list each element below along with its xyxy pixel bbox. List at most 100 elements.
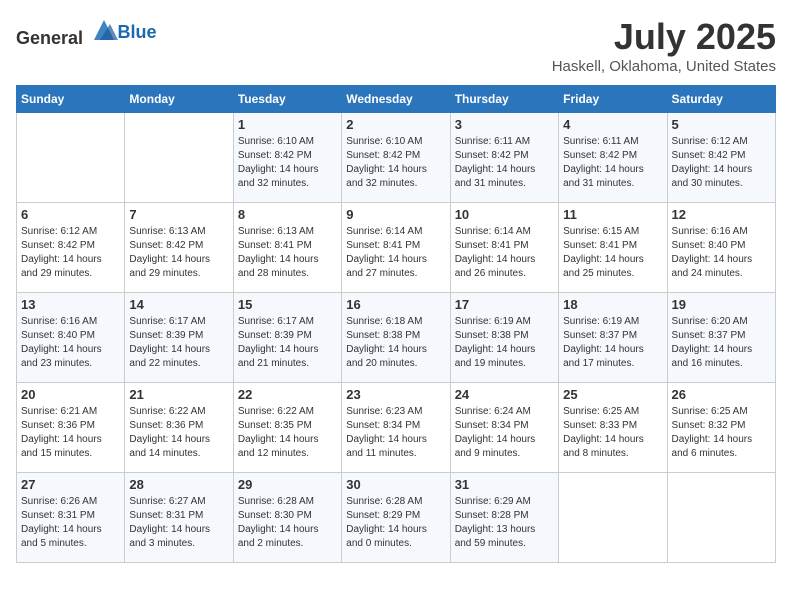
day-info: Sunrise: 6:21 AM Sunset: 8:36 PM Dayligh… (21, 405, 120, 461)
logo-icon (90, 16, 118, 44)
calendar-cell: 25 Sunrise: 6:25 AM Sunset: 8:33 PM Dayli… (559, 383, 667, 473)
calendar-cell: 22 Sunrise: 6:22 AM Sunset: 8:35 PM Dayli… (233, 383, 341, 473)
title-area: July 2025 Haskell, Oklahoma, United Stat… (552, 16, 776, 75)
day-info: Sunrise: 6:25 AM Sunset: 8:32 PM Dayligh… (672, 405, 771, 461)
calendar-week-row: 6Sunrise: 6:12 AM Sunset: 8:42 PM Daylig… (17, 203, 776, 293)
day-info: Sunrise: 6:16 AM Sunset: 8:40 PM Dayligh… (672, 225, 771, 281)
day-info: Sunrise: 6:23 AM Sunset: 8:34 PM Dayligh… (346, 405, 445, 461)
weekday-header-wednesday: Wednesday (342, 86, 450, 113)
day-number: 19 (672, 297, 771, 312)
calendar-cell: 1 Sunrise: 6:10 AM Sunset: 8:42 PM Daylig… (233, 113, 341, 203)
day-info: Sunrise: 6:14 AM Sunset: 8:41 PM Dayligh… (455, 225, 554, 281)
calendar-week-row: 27 Sunrise: 6:26 AM Sunset: 8:31 PM Dayli… (17, 473, 776, 563)
calendar-cell: 2Sunrise: 6:10 AM Sunset: 8:42 PM Daylig… (342, 113, 450, 203)
day-info: Sunrise: 6:10 AM Sunset: 8:42 PM Dayligh… (238, 135, 337, 191)
calendar-cell: 9Sunrise: 6:14 AM Sunset: 8:41 PM Daylig… (342, 203, 450, 293)
weekday-header-saturday: Saturday (667, 86, 775, 113)
weekday-header-monday: Monday (125, 86, 233, 113)
weekday-header-sunday: Sunday (17, 86, 125, 113)
calendar-cell: 30 Sunrise: 6:28 AM Sunset: 8:29 PM Dayli… (342, 473, 450, 563)
day-info: Sunrise: 6:17 AM Sunset: 8:39 PM Dayligh… (238, 315, 337, 371)
day-info: Sunrise: 6:24 AM Sunset: 8:34 PM Dayligh… (455, 405, 554, 461)
calendar-cell: 23 Sunrise: 6:23 AM Sunset: 8:34 PM Dayli… (342, 383, 450, 473)
day-info: Sunrise: 6:28 AM Sunset: 8:30 PM Dayligh… (238, 495, 337, 551)
calendar-cell (125, 113, 233, 203)
day-info: Sunrise: 6:13 AM Sunset: 8:41 PM Dayligh… (238, 225, 337, 281)
day-number: 25 (563, 387, 662, 402)
day-number: 10 (455, 207, 554, 222)
calendar-cell: 15 Sunrise: 6:17 AM Sunset: 8:39 PM Dayli… (233, 293, 341, 383)
calendar-cell: 17Sunrise: 6:19 AM Sunset: 8:38 PM Dayli… (450, 293, 558, 383)
header: General Blue July 2025 Haskell, Oklahoma… (16, 16, 776, 75)
calendar-cell (667, 473, 775, 563)
day-info: Sunrise: 6:22 AM Sunset: 8:35 PM Dayligh… (238, 405, 337, 461)
day-number: 16 (346, 297, 445, 312)
calendar-cell: 18 Sunrise: 6:19 AM Sunset: 8:37 PM Dayli… (559, 293, 667, 383)
day-number: 17 (455, 297, 554, 312)
day-info: Sunrise: 6:29 AM Sunset: 8:28 PM Dayligh… (455, 495, 554, 551)
calendar-cell: 26 Sunrise: 6:25 AM Sunset: 8:32 PM Dayli… (667, 383, 775, 473)
day-info: Sunrise: 6:17 AM Sunset: 8:39 PM Dayligh… (129, 315, 228, 371)
day-number: 13 (21, 297, 120, 312)
day-number: 30 (346, 477, 445, 492)
calendar-cell: 20 Sunrise: 6:21 AM Sunset: 8:36 PM Dayli… (17, 383, 125, 473)
calendar-cell: 6Sunrise: 6:12 AM Sunset: 8:42 PM Daylig… (17, 203, 125, 293)
day-number: 22 (238, 387, 337, 402)
calendar-cell: 19 Sunrise: 6:20 AM Sunset: 8:37 PM Dayli… (667, 293, 775, 383)
weekday-header-thursday: Thursday (450, 86, 558, 113)
day-number: 29 (238, 477, 337, 492)
logo-text-general: General (16, 28, 83, 48)
calendar-cell: 21 Sunrise: 6:22 AM Sunset: 8:36 PM Dayli… (125, 383, 233, 473)
day-info: Sunrise: 6:25 AM Sunset: 8:33 PM Dayligh… (563, 405, 662, 461)
logo-text-blue: Blue (118, 22, 157, 42)
day-info: Sunrise: 6:12 AM Sunset: 8:42 PM Dayligh… (672, 135, 771, 191)
calendar-cell: 7 Sunrise: 6:13 AM Sunset: 8:42 PM Daylig… (125, 203, 233, 293)
day-info: Sunrise: 6:16 AM Sunset: 8:40 PM Dayligh… (21, 315, 120, 371)
calendar-cell: 3Sunrise: 6:11 AM Sunset: 8:42 PM Daylig… (450, 113, 558, 203)
calendar-week-row: 13 Sunrise: 6:16 AM Sunset: 8:40 PM Dayli… (17, 293, 776, 383)
day-number: 20 (21, 387, 120, 402)
calendar-cell: 10 Sunrise: 6:14 AM Sunset: 8:41 PM Dayli… (450, 203, 558, 293)
calendar-cell: 24Sunrise: 6:24 AM Sunset: 8:34 PM Dayli… (450, 383, 558, 473)
calendar-cell: 16 Sunrise: 6:18 AM Sunset: 8:38 PM Dayli… (342, 293, 450, 383)
day-number: 26 (672, 387, 771, 402)
calendar-cell: 29 Sunrise: 6:28 AM Sunset: 8:30 PM Dayli… (233, 473, 341, 563)
day-number: 4 (563, 117, 662, 132)
day-number: 27 (21, 477, 120, 492)
main-title: July 2025 (552, 16, 776, 58)
day-info: Sunrise: 6:20 AM Sunset: 8:37 PM Dayligh… (672, 315, 771, 371)
day-info: Sunrise: 6:15 AM Sunset: 8:41 PM Dayligh… (563, 225, 662, 281)
calendar-cell: 5 Sunrise: 6:12 AM Sunset: 8:42 PM Daylig… (667, 113, 775, 203)
day-number: 12 (672, 207, 771, 222)
day-info: Sunrise: 6:22 AM Sunset: 8:36 PM Dayligh… (129, 405, 228, 461)
day-number: 5 (672, 117, 771, 132)
calendar-cell: 28Sunrise: 6:27 AM Sunset: 8:31 PM Dayli… (125, 473, 233, 563)
day-info: Sunrise: 6:11 AM Sunset: 8:42 PM Dayligh… (563, 135, 662, 191)
day-number: 18 (563, 297, 662, 312)
calendar-week-row: 1 Sunrise: 6:10 AM Sunset: 8:42 PM Daylig… (17, 113, 776, 203)
calendar-cell: 11Sunrise: 6:15 AM Sunset: 8:41 PM Dayli… (559, 203, 667, 293)
day-number: 1 (238, 117, 337, 132)
day-info: Sunrise: 6:26 AM Sunset: 8:31 PM Dayligh… (21, 495, 120, 551)
day-info: Sunrise: 6:11 AM Sunset: 8:42 PM Dayligh… (455, 135, 554, 191)
day-info: Sunrise: 6:12 AM Sunset: 8:42 PM Dayligh… (21, 225, 120, 281)
calendar-table: SundayMondayTuesdayWednesdayThursdayFrid… (16, 85, 776, 563)
calendar-cell: 4 Sunrise: 6:11 AM Sunset: 8:42 PM Daylig… (559, 113, 667, 203)
day-number: 31 (455, 477, 554, 492)
calendar-cell: 8Sunrise: 6:13 AM Sunset: 8:41 PM Daylig… (233, 203, 341, 293)
calendar-cell: 12 Sunrise: 6:16 AM Sunset: 8:40 PM Dayli… (667, 203, 775, 293)
day-info: Sunrise: 6:13 AM Sunset: 8:42 PM Dayligh… (129, 225, 228, 281)
day-info: Sunrise: 6:27 AM Sunset: 8:31 PM Dayligh… (129, 495, 228, 551)
day-info: Sunrise: 6:28 AM Sunset: 8:29 PM Dayligh… (346, 495, 445, 551)
day-number: 21 (129, 387, 228, 402)
calendar-cell (17, 113, 125, 203)
weekday-header-friday: Friday (559, 86, 667, 113)
day-number: 23 (346, 387, 445, 402)
day-info: Sunrise: 6:19 AM Sunset: 8:37 PM Dayligh… (563, 315, 662, 371)
day-number: 7 (129, 207, 228, 222)
day-number: 14 (129, 297, 228, 312)
day-info: Sunrise: 6:14 AM Sunset: 8:41 PM Dayligh… (346, 225, 445, 281)
day-info: Sunrise: 6:18 AM Sunset: 8:38 PM Dayligh… (346, 315, 445, 371)
day-number: 15 (238, 297, 337, 312)
subtitle: Haskell, Oklahoma, United States (552, 58, 776, 75)
